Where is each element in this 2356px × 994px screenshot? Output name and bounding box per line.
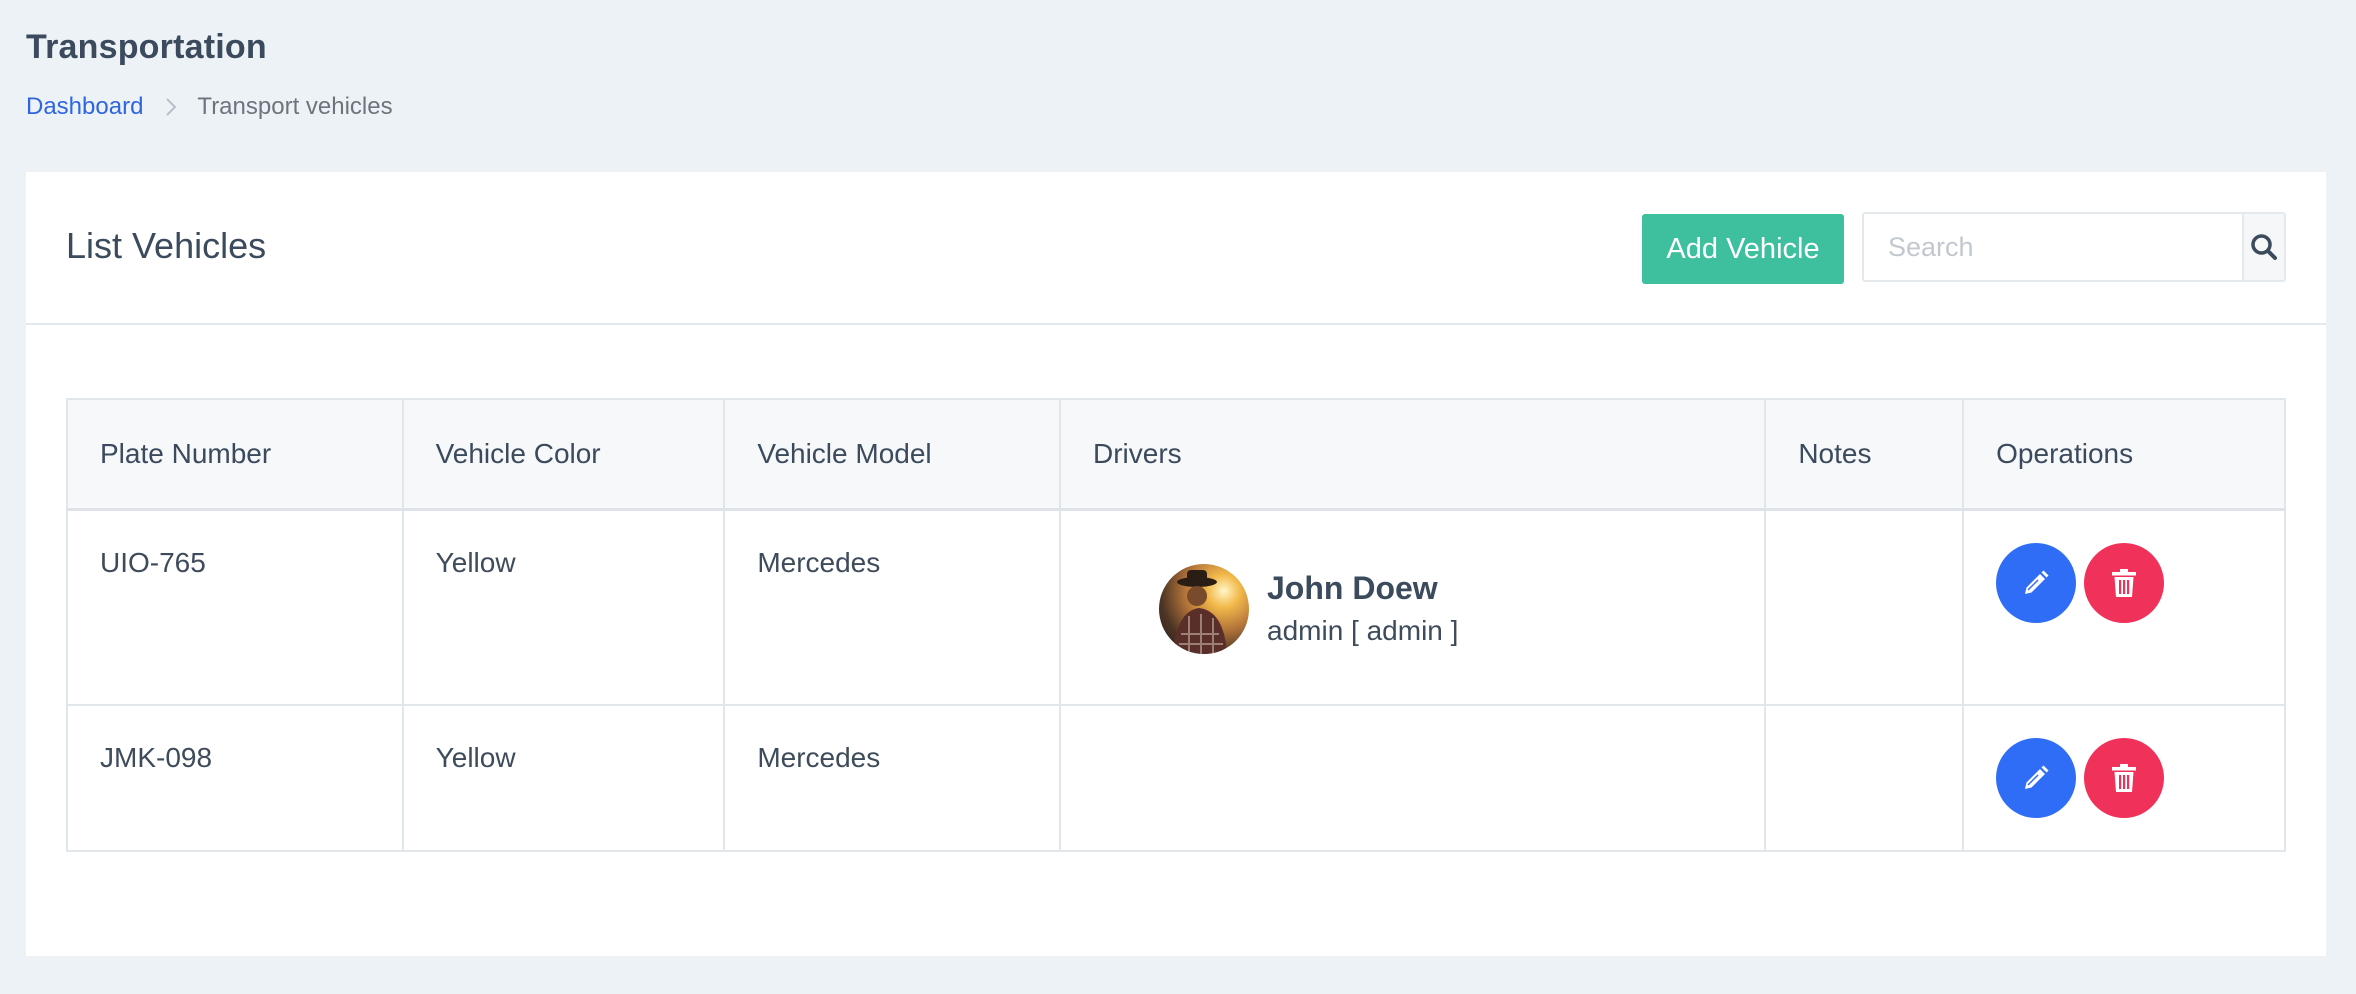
pencil-icon [2025,765,2049,789]
search-input[interactable] [1864,214,2242,280]
column-header-notes[interactable]: Notes [1764,398,1965,511]
add-vehicle-button[interactable]: Add Vehicle [1642,214,1844,284]
delete-button[interactable] [2084,738,2165,818]
cell-vehicle-model: Mercedes [723,508,1061,706]
table-header-row: Plate Number Vehicle Color Vehicle Model… [66,398,2286,511]
column-header-plate-number[interactable]: Plate Number [66,398,404,511]
search-group [1862,212,2286,282]
driver-info: John Doew admin [ admin ] [1267,570,1458,647]
cell-operations [1962,704,2286,852]
operations-group [1996,542,2284,623]
page-header: Transportation Dashboard Transport vehic… [26,28,393,121]
cell-notes [1764,704,1965,852]
edit-button[interactable] [1996,542,2077,623]
column-header-vehicle-model[interactable]: Vehicle Model [723,398,1061,511]
cell-plate-number: UIO-765 [66,508,404,706]
pencil-icon [2025,570,2049,594]
breadcrumb-current: Transport vehicles [197,93,393,120]
column-header-operations: Operations [1962,398,2286,511]
breadcrumb: Dashboard Transport vehicles [26,93,393,121]
column-header-drivers[interactable]: Drivers [1058,398,1767,511]
cell-vehicle-model: Mercedes [723,704,1061,852]
column-header-vehicle-color[interactable]: Vehicle Color [401,398,726,511]
operations-group [1996,738,2284,818]
card-title: List Vehicles [66,225,267,266]
cell-drivers [1058,704,1767,852]
cell-notes [1764,508,1965,706]
page-title: Transportation [26,28,267,66]
table-row: JMK-098 Yellow Mercedes [66,704,2286,852]
vehicles-card: List Vehicles Add Vehicle Plate Number V… [26,172,2326,956]
table-row: UIO-765 Yellow Mercedes John Doew admin … [66,508,2286,706]
driver-name: John Doew [1267,570,1438,606]
cell-vehicle-color: Yellow [401,508,726,706]
trash-icon [2112,764,2137,792]
card-header: List Vehicles Add Vehicle [26,172,2326,325]
avatar [1159,563,1249,654]
trash-icon [2112,568,2137,597]
vehicles-table: Plate Number Vehicle Color Vehicle Model… [66,398,2286,852]
driver-entry[interactable]: John Doew admin [ admin ] [1159,563,1764,654]
delete-button[interactable] [2084,542,2165,623]
search-button[interactable] [2242,214,2284,280]
cell-drivers: John Doew admin [ admin ] [1058,508,1767,706]
breadcrumb-dashboard-link[interactable]: Dashboard [26,93,143,121]
chevron-right-icon [165,97,177,117]
cell-operations [1962,508,2286,706]
driver-role: admin [ admin ] [1267,615,1459,646]
cell-plate-number: JMK-098 [66,704,404,852]
edit-button[interactable] [1996,738,2077,818]
cell-vehicle-color: Yellow [401,704,726,852]
search-icon [2251,234,2277,260]
